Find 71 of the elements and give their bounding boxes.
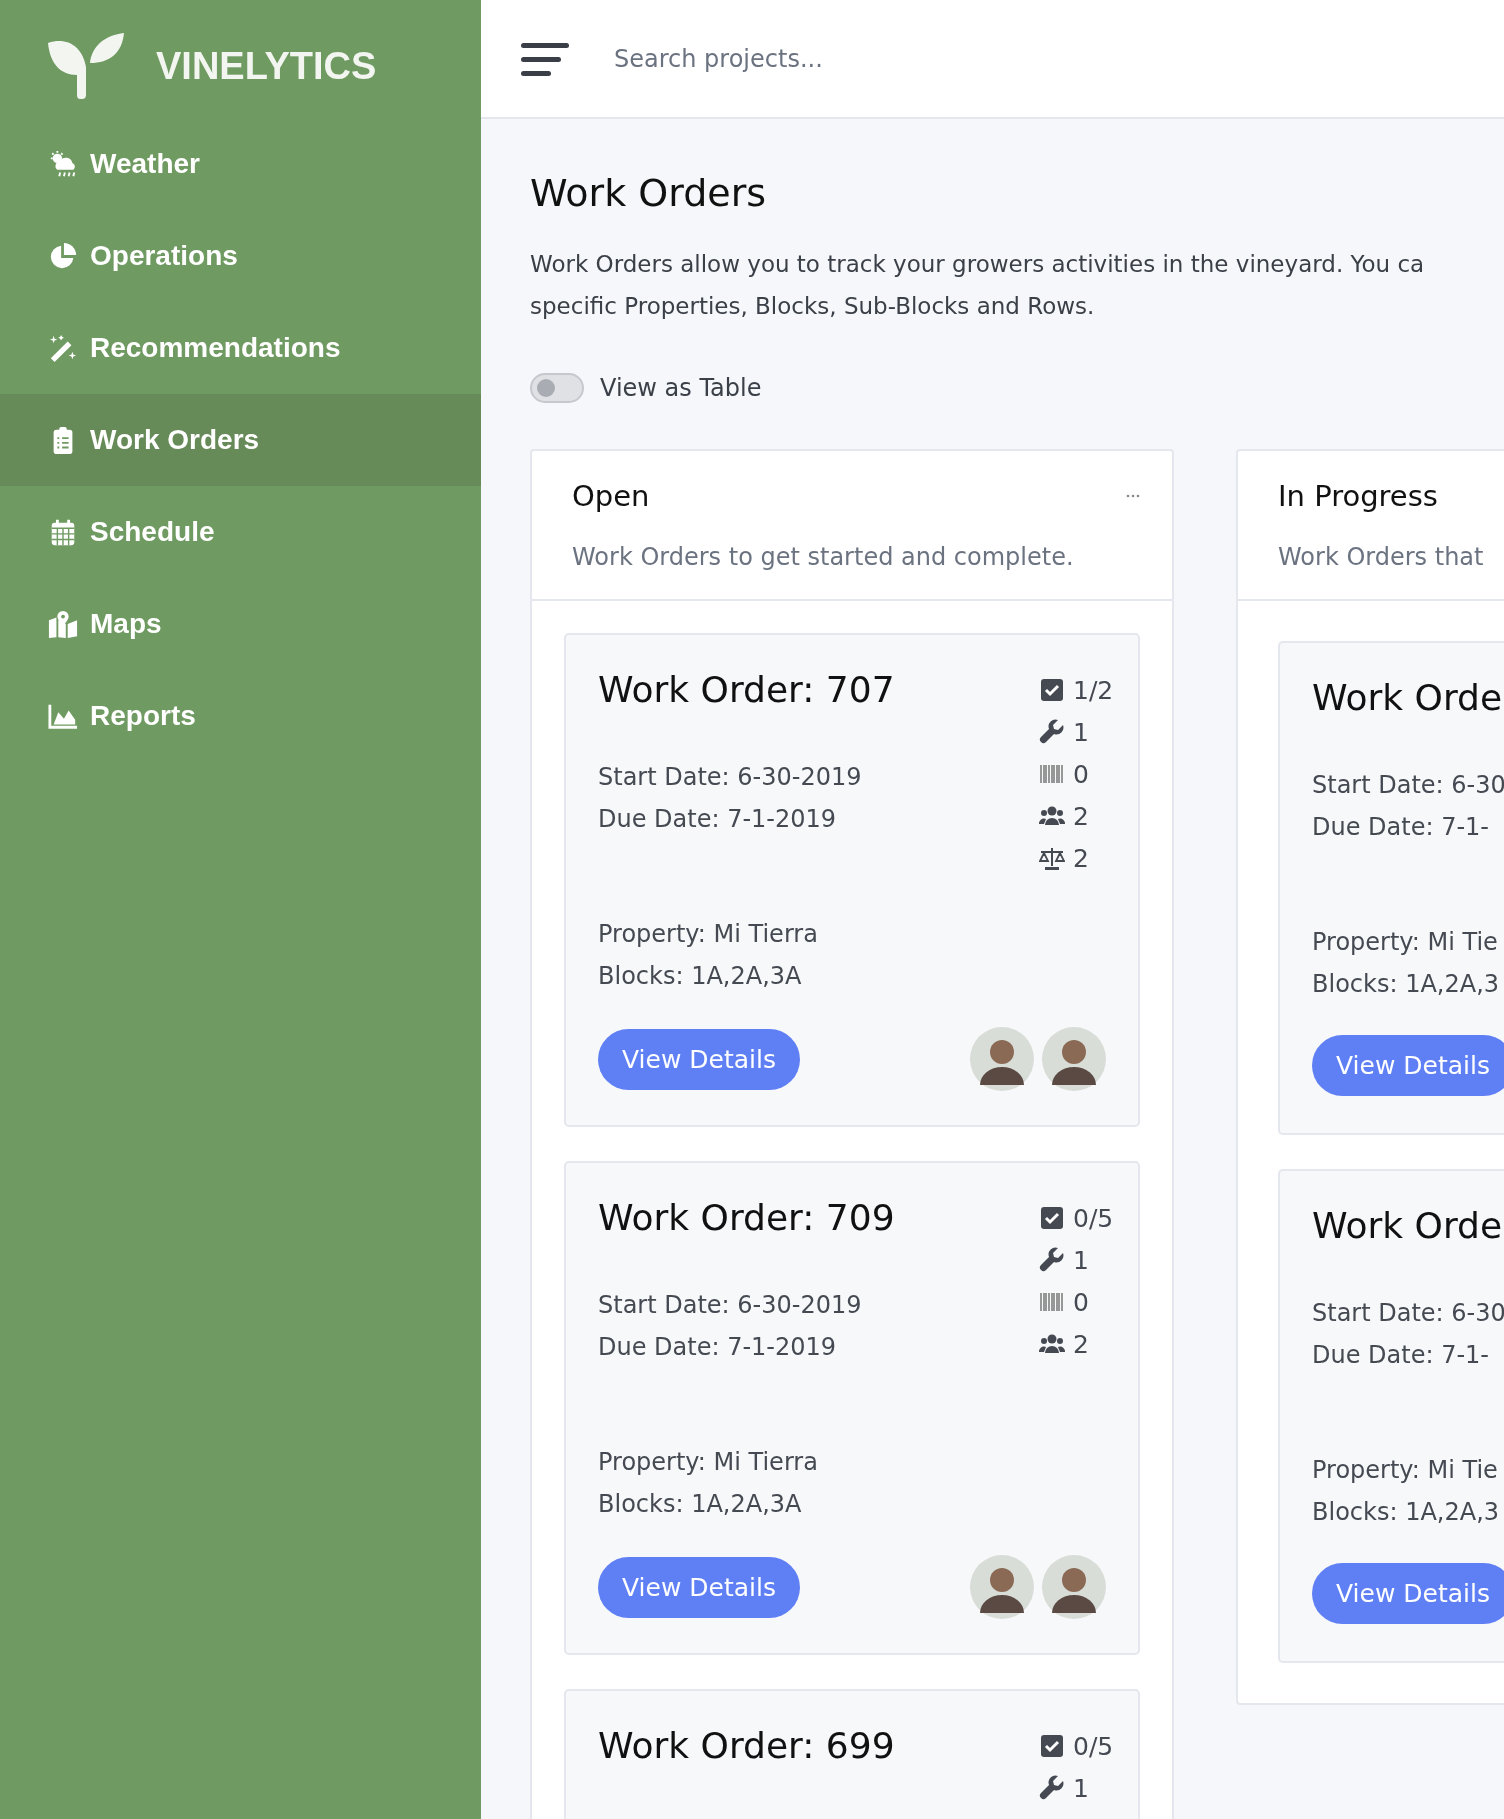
column-title: In Progress [1278, 479, 1438, 513]
column-subtitle: Work Orders to get started and complete. [572, 543, 1075, 571]
avatar [1042, 1027, 1106, 1091]
card-title: Work Order: 707 [598, 669, 895, 710]
wrench-icon [1039, 719, 1065, 745]
pie-chart-icon [48, 241, 78, 271]
avatar [970, 1027, 1034, 1091]
stat-count: 0/5 [1073, 1203, 1114, 1233]
stat-count: 1 [1073, 1773, 1089, 1803]
view-details-button[interactable]: View Details [598, 1028, 800, 1090]
property-name: Property: Mi Tie [1312, 927, 1499, 958]
brand-name: VINELYTICS [156, 44, 377, 88]
map-pin-icon [48, 609, 78, 639]
checkbox-icon [1039, 1733, 1065, 1759]
property-name: Property: Mi Tierra [598, 919, 819, 950]
view-details-button[interactable]: View Details [1312, 1035, 1504, 1096]
stat-count: 1/2 [1073, 675, 1114, 705]
sidebar-item[interactable]: Schedule [0, 486, 481, 578]
checkbox-icon [1039, 1205, 1065, 1231]
sidebar-item[interactable]: Reports [0, 670, 481, 762]
card-title: Work Orde [1312, 677, 1504, 718]
stat-count: 0 [1073, 759, 1089, 789]
search-field[interactable]: Search projects... [612, 43, 1216, 74]
stat-count: 2 [1073, 1329, 1089, 1359]
view-details-button[interactable]: View Details [598, 1556, 800, 1618]
start-date: Start Date: 6-30-2019 [598, 1290, 863, 1321]
column-title: Open [572, 479, 650, 513]
sidebar-item[interactable]: Operations [0, 210, 481, 302]
toggle-label: View as Table [600, 374, 762, 402]
sidebar-item[interactable]: Work Orders [0, 394, 481, 486]
due-date: Due Date: 7-1- [1312, 1340, 1491, 1371]
card-title: Work Order: 709 [598, 1197, 895, 1238]
start-date: Start Date: 6-30 [1312, 1298, 1504, 1329]
start-date: Start Date: 6-30-2019 [598, 762, 863, 793]
start-date: Start Date: 6-30 [1312, 770, 1504, 801]
scale-icon [1039, 845, 1065, 871]
block-list: Blocks: 1A,2A,3 [1312, 1491, 1504, 1533]
stat-count: 1 [1073, 717, 1089, 747]
card-title: Work Orde [1312, 1205, 1504, 1246]
block-list: Blocks: 1A,2A,3A [598, 1483, 1123, 1525]
more-icon[interactable] [1126, 494, 1140, 498]
page-description: Work Orders allow you to track your growers activities in the vineyard. You ca specific Properties, Blocks, Sub-Blocks and Rows. [530, 250, 1426, 321]
wrench-icon [1039, 1775, 1065, 1801]
due-date: Due Date: 7-1-2019 [598, 1332, 838, 1363]
due-date: Due Date: 7-1-2019 [598, 804, 838, 835]
column-subtitle: Work Orders that [1278, 543, 1485, 571]
due-date: Due Date: 7-1- [1312, 812, 1491, 843]
magic-wand-icon [48, 333, 78, 363]
wrench-icon [1039, 1247, 1065, 1273]
sidebar-item[interactable]: Maps [0, 578, 481, 670]
card-title: Work Order: 699 [598, 1725, 895, 1766]
sidebar-item[interactable]: Recommendations [0, 302, 481, 394]
property-name: Property: Mi Tierra [598, 1447, 819, 1478]
cloud-sun-rain-icon [48, 149, 78, 179]
block-list: Blocks: 1A,2A,3 [1312, 963, 1504, 1005]
avatar [970, 1555, 1034, 1619]
stat-count: 2 [1073, 843, 1089, 873]
menu-icon[interactable] [521, 40, 569, 77]
property-name: Property: Mi Tie [1312, 1455, 1499, 1486]
block-list: Blocks: 1A,2A,3A [598, 955, 1123, 997]
avatar [1042, 1555, 1106, 1619]
toggle-switch[interactable] [530, 373, 584, 403]
stat-count: 0/5 [1073, 1731, 1114, 1761]
sidebar-item[interactable]: Weather [0, 118, 481, 210]
stat-count: 2 [1073, 801, 1089, 831]
stat-count: 0 [1073, 1287, 1089, 1317]
sprout-logo-icon [48, 33, 124, 99]
stat-count: 1 [1073, 1245, 1089, 1275]
checkbox-icon [1039, 677, 1065, 703]
view-details-button[interactable]: View Details [1312, 1563, 1504, 1624]
page-title: Work Orders [530, 171, 768, 215]
